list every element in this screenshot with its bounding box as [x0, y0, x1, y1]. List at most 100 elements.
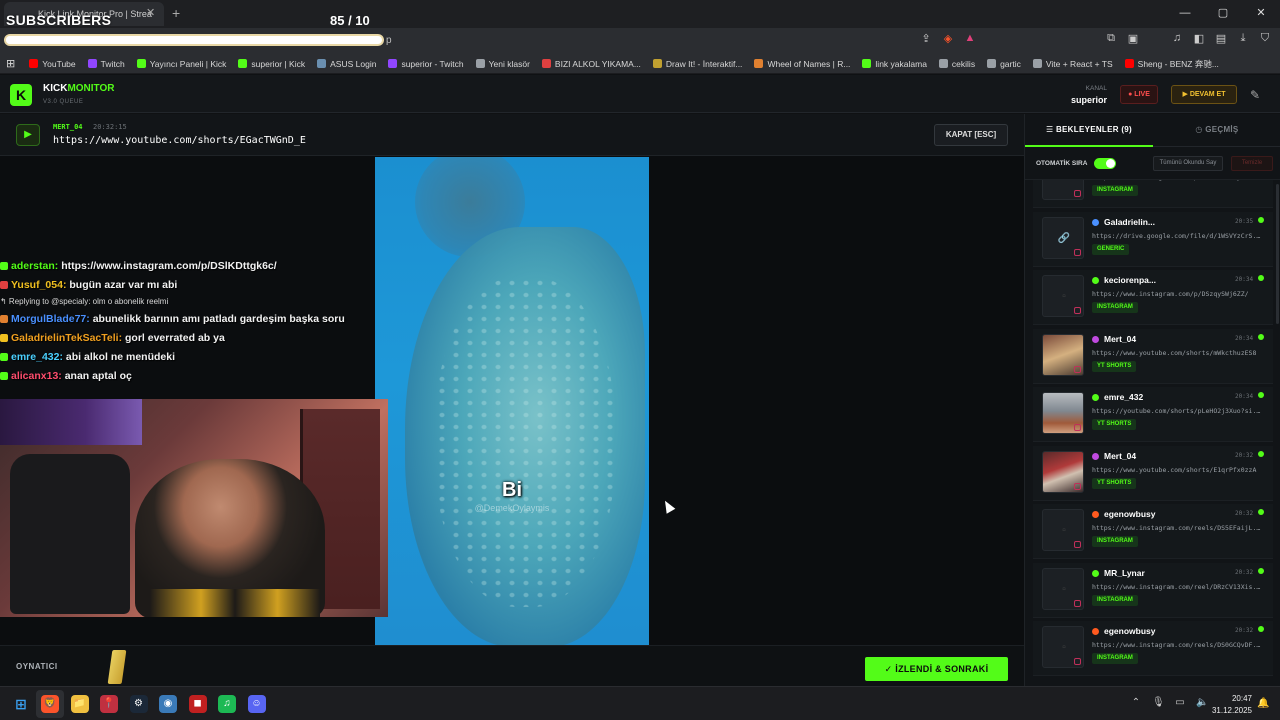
- discord-icon[interactable]: ☺: [247, 695, 266, 713]
- queue-user: keciorenpa...: [1104, 275, 1156, 285]
- sidebar-icon[interactable]: ◧: [1192, 32, 1206, 46]
- app-title: KICKMONITOR: [43, 83, 115, 94]
- windows-start-icon[interactable]: ⊞: [12, 695, 30, 713]
- apps-grid-icon[interactable]: ⊞: [6, 57, 15, 70]
- site-icon: [541, 59, 551, 68]
- microphone-icon[interactable]: 🎙: [1152, 697, 1165, 708]
- queue-scrollbar[interactable]: [1276, 184, 1279, 324]
- queue-item[interactable]: 🔗 Galadrielin... 20:35 https://drive.google…: [1033, 211, 1273, 267]
- queue-time: 20:34: [1235, 393, 1254, 400]
- bookmark-item[interactable]: Yayıncı Paneli | Kick: [136, 58, 227, 69]
- chevron-up-icon[interactable]: ⌃: [1130, 697, 1142, 708]
- chat-username[interactable]: emre_432: [11, 351, 59, 363]
- queue-url[interactable]: https://www.instagram.com/reels/DS5EFaij…: [1092, 524, 1264, 532]
- now-playing-url[interactable]: https://www.youtube.com/shorts/EGacTWGnD…: [53, 135, 306, 146]
- queue-url[interactable]: https://www.instagram.com/p/DSzqySWj6ZZ/: [1092, 290, 1264, 298]
- clock-time[interactable]: 20:47: [1212, 694, 1252, 703]
- clock-date[interactable]: 31.12.2025: [1200, 706, 1252, 715]
- bookmark-item[interactable]: Vite + React + TS: [1032, 59, 1113, 69]
- queue-item[interactable]: ▫ MR_Lynar 20:32 https://www.instagram.com/…: [1033, 562, 1273, 618]
- bookmark-item[interactable]: Sheng - BENZ 奔驰...: [1124, 58, 1219, 70]
- chat-username[interactable]: aderstan: [11, 260, 55, 272]
- bookmark-item[interactable]: superior - Twitch: [388, 58, 464, 69]
- tab-pending[interactable]: ☰ BEKLEYENLER (9): [1025, 114, 1153, 147]
- queue-item[interactable]: ▫ https://www.instagram.com/p/DUPSLYRiGyX…: [1033, 180, 1273, 208]
- notification-icon[interactable]: 🔔: [1257, 698, 1269, 709]
- live-button[interactable]: ● LIVE: [1120, 85, 1158, 104]
- queue-url[interactable]: https://youtube.com/shorts/pLeHO2j3Xuo?s…: [1092, 407, 1264, 415]
- display-icon[interactable]: ▭: [1174, 697, 1186, 708]
- shield-icon[interactable]: ⛉: [1258, 32, 1272, 46]
- files-icon[interactable]: 📁: [70, 695, 89, 713]
- now-playing-bar: ▶ MERT_04 20:32:15 https://www.youtube.c…: [0, 114, 1024, 156]
- extensions-icon[interactable]: ⧉: [1104, 32, 1118, 46]
- instagram-icon: [1074, 658, 1081, 665]
- player-area: ▶ MERT_04 20:32:15 https://www.youtube.c…: [0, 114, 1024, 686]
- app-icon[interactable]: ◉: [159, 695, 177, 713]
- brave-rewards-icon[interactable]: ▲: [964, 32, 976, 46]
- queue-item[interactable]: emre_432 20:34 https://youtube.com/shorts/…: [1033, 387, 1273, 442]
- auto-queue-toggle[interactable]: [1094, 158, 1116, 169]
- window-controls: — ▢ ✕: [1166, 0, 1280, 28]
- bookmark-item[interactable]: Yeni klasör: [475, 59, 530, 69]
- bookmark-label: Sheng - BENZ 奔驰...: [1137, 58, 1219, 69]
- wallet-icon[interactable]: ▤: [1214, 32, 1228, 46]
- queue-url[interactable]: https://www.instagram.com/reels/DS0GCQvD…: [1092, 641, 1264, 649]
- continue-button[interactable]: ▶ DEVAM ET: [1171, 85, 1237, 104]
- close-window-icon[interactable]: ✕: [1242, 0, 1280, 28]
- steam-icon[interactable]: ⚙: [129, 695, 148, 713]
- queue-item[interactable]: ▫ egenowbusy 20:32 https://www.instagram.co…: [1033, 621, 1273, 676]
- new-tab-button[interactable]: +: [172, 5, 180, 21]
- platform-icon: [1092, 511, 1099, 518]
- close-player-button[interactable]: KAPAT [ESC]: [934, 124, 1008, 146]
- bookmark-item[interactable]: Wheel of Names | R...: [754, 59, 850, 69]
- bookmark-item[interactable]: Draw It! - İnteraktif...: [652, 59, 742, 69]
- address-text[interactable]: p: [386, 35, 392, 46]
- chat-username[interactable]: Yusuf_054: [11, 279, 63, 291]
- queue-item[interactable]: Mert_04 20:34 https://www.youtube.com/shor…: [1033, 328, 1273, 384]
- chat-username[interactable]: GaladrielinTekSacTeli: [11, 332, 119, 344]
- queue-item[interactable]: ▫ egenowbusy 20:32 https://www.instagram.co…: [1033, 504, 1273, 559]
- platform-icon: [1092, 394, 1099, 401]
- queue-url[interactable]: https://www.youtube.com/shorts/mWkcthuzE…: [1092, 349, 1264, 357]
- bookmark-item[interactable]: YouTube: [29, 59, 76, 69]
- queue-user: Galadrielin...: [1104, 216, 1156, 227]
- bookmark-label: Yayıncı Paneli | Kick: [149, 58, 227, 69]
- maximize-icon[interactable]: ▢: [1204, 0, 1242, 28]
- queue-item[interactable]: ▫ keciorenpa... 20:34 https://www.instagram…: [1033, 270, 1273, 325]
- share-icon[interactable]: ⇪: [920, 32, 932, 46]
- edit-icon[interactable]: ✎: [1250, 88, 1260, 102]
- brave-shield-icon[interactable]: ◈: [942, 32, 954, 46]
- app-red-icon[interactable]: ◼: [188, 695, 207, 713]
- queue-url[interactable]: https://www.instagram.com/p/DUPSLYRiGyX/: [1092, 180, 1264, 181]
- bookmark-item[interactable]: ASUS Login: [317, 59, 376, 69]
- bookmark-item[interactable]: superior | Kick: [238, 59, 305, 69]
- download-icon[interactable]: ⤓: [1236, 32, 1250, 46]
- chat-username[interactable]: MorgulBlade77: [11, 313, 86, 325]
- queue-url[interactable]: https://drive.google.com/file/d/1WSVYzCr…: [1092, 232, 1264, 240]
- bookmark-label: superior - Twitch: [401, 58, 464, 69]
- clear-button[interactable]: Temizle: [1231, 156, 1273, 171]
- queue-url[interactable]: https://www.instagram.com/reel/DRzCV13Xi…: [1092, 583, 1264, 591]
- bookmark-item[interactable]: BIZI ALKOL YIKAMA...: [541, 59, 641, 69]
- mark-all-read-button[interactable]: Tümünü Okundu Say: [1153, 156, 1223, 171]
- bookmark-item[interactable]: link yakalama: [862, 59, 927, 69]
- spotify-icon[interactable]: ♫: [218, 695, 236, 713]
- app-header: K KICKMONITOR V3.0 QUEUE KANAL superior …: [0, 75, 1280, 113]
- queue-url[interactable]: https://www.youtube.com/shorts/E1qrPfx0z…: [1092, 466, 1264, 474]
- bookmark-item[interactable]: cekilis: [938, 59, 975, 69]
- watched-next-button[interactable]: ✓ İZLENDİ & SONRAKİ: [865, 657, 1008, 681]
- tab-history[interactable]: ◷ GEÇMİŞ: [1153, 114, 1280, 147]
- bookmark-item[interactable]: Twitch: [87, 59, 125, 69]
- tab-close-icon[interactable]: ✕: [146, 6, 155, 19]
- chat-username[interactable]: alicanx13: [11, 370, 58, 382]
- brave-icon[interactable]: 🦁: [41, 695, 59, 713]
- bookmark-item[interactable]: gartic: [987, 59, 1021, 69]
- pin-icon[interactable]: 📍: [100, 695, 118, 713]
- music-icon[interactable]: ♫: [1170, 32, 1184, 46]
- queue-item[interactable]: Mert_04 20:32 https://www.youtube.com/shor…: [1033, 445, 1273, 501]
- minimize-icon[interactable]: —: [1166, 0, 1204, 28]
- video-player[interactable]: Bi @DemekOylaymis: [375, 157, 649, 645]
- tab-icon[interactable]: ▣: [1126, 32, 1140, 46]
